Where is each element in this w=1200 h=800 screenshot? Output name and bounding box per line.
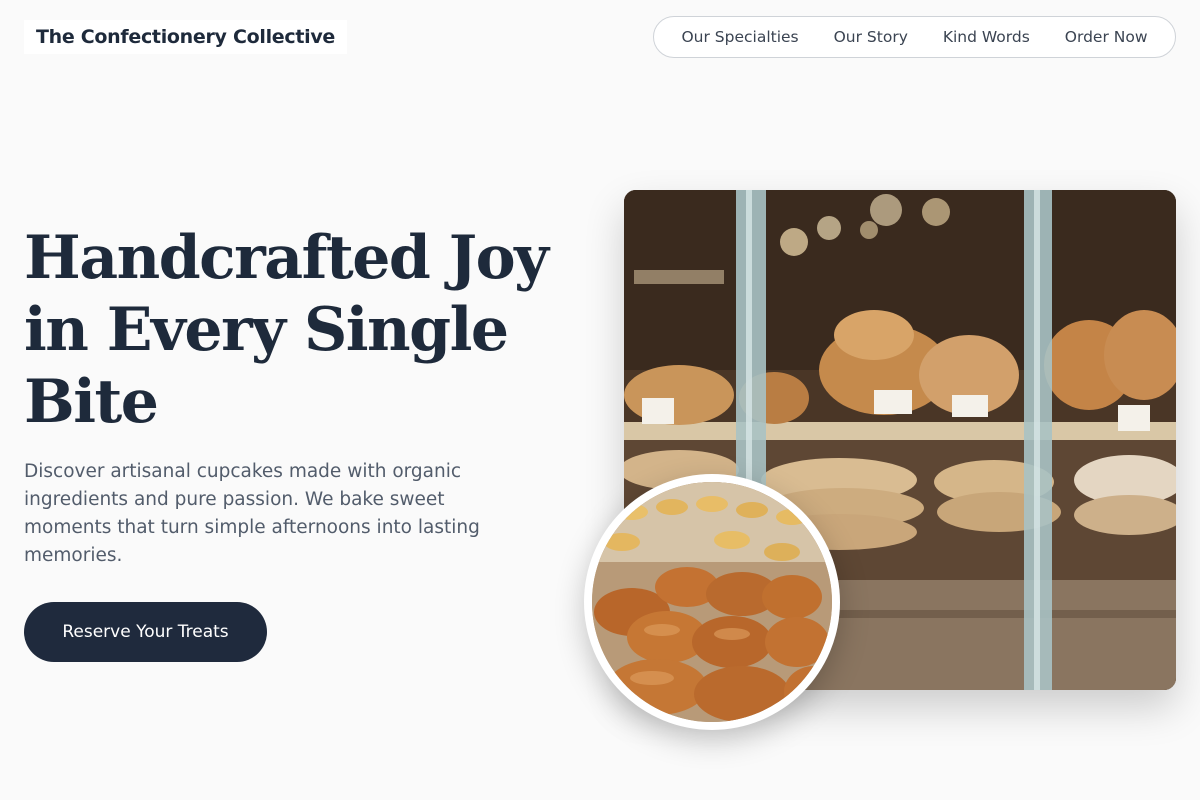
nav-link-our-story[interactable]: Our Story bbox=[834, 28, 908, 46]
main-nav: Our Specialties Our Story Kind Words Ord… bbox=[653, 16, 1176, 58]
nav-link-kind-words[interactable]: Kind Words bbox=[943, 28, 1030, 46]
reserve-treats-button[interactable]: Reserve Your Treats bbox=[24, 602, 267, 662]
page: The Confectionery Collective Our Special… bbox=[0, 0, 1200, 800]
pastry-tray-image-inner bbox=[592, 482, 832, 722]
hero-description: Discover artisanal cupcakes made with or… bbox=[24, 461, 480, 566]
brand-logo[interactable]: The Confectionery Collective bbox=[24, 20, 347, 54]
pastry-tray-image bbox=[584, 474, 840, 730]
nav-link-our-specialties[interactable]: Our Specialties bbox=[681, 28, 798, 46]
nav-link-order-now[interactable]: Order Now bbox=[1065, 28, 1148, 46]
hero-title: Handcrafted Joy in Every Single Bite bbox=[24, 223, 549, 437]
